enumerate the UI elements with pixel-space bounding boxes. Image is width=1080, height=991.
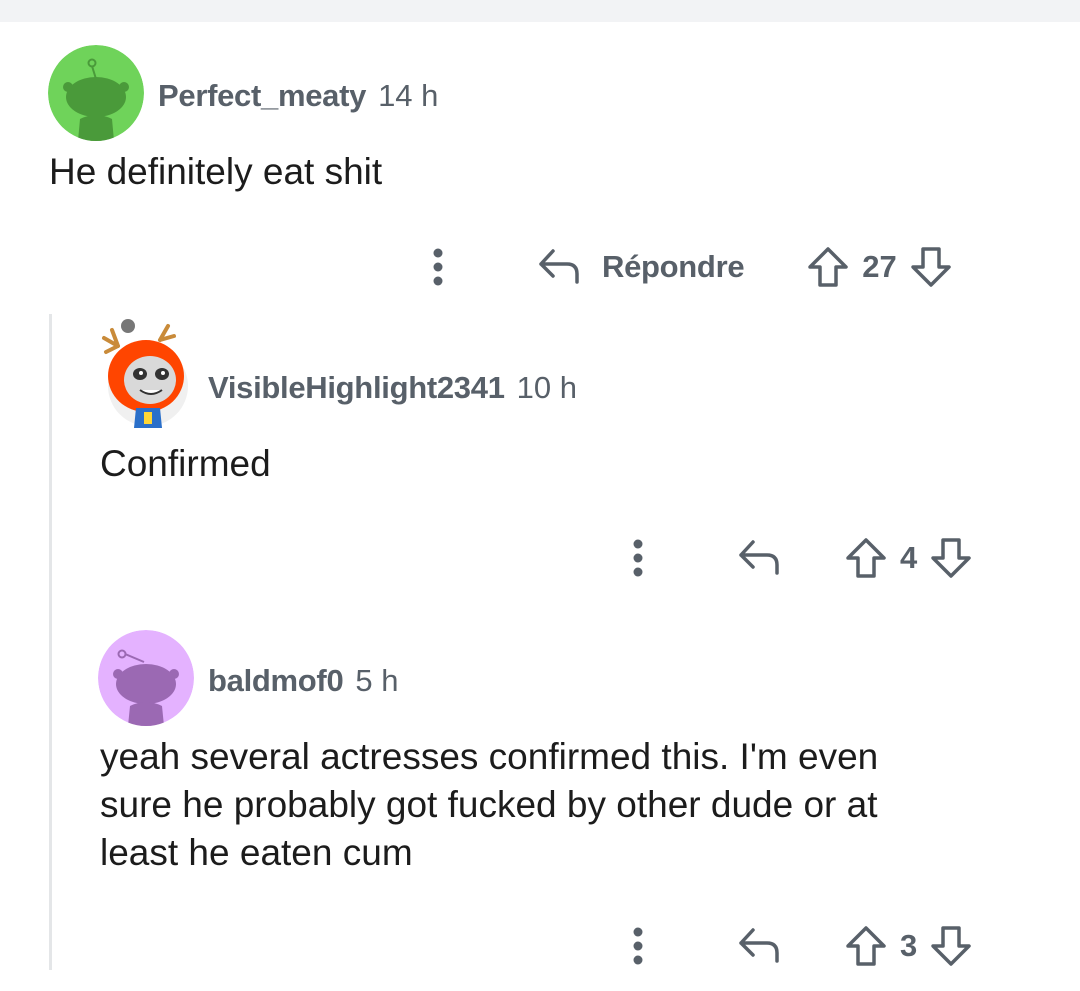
username[interactable]: VisibleHighlight2341 [208, 370, 505, 406]
upvote-arrow-icon[interactable] [806, 245, 850, 289]
more-options-icon[interactable] [618, 538, 658, 578]
username[interactable]: Perfect_meaty [158, 78, 366, 114]
timestamp: 10 h [516, 370, 577, 405]
comment-body: He definitely eat shit [49, 151, 383, 192]
thread-line[interactable] [49, 314, 52, 970]
more-options-icon[interactable] [618, 926, 658, 966]
downvote-arrow-icon[interactable] [929, 536, 973, 580]
comment-header: VisibleHighlight2341 10 h [208, 370, 577, 406]
vote-score: 4 [900, 540, 918, 575]
timestamp: 5 h [355, 663, 399, 698]
username[interactable]: baldmof0 [208, 663, 344, 699]
top-bar [0, 0, 1080, 22]
avatar[interactable] [98, 316, 194, 428]
comment-body: yeah several actresses confirmed this. I… [100, 736, 879, 873]
comment-header: Perfect_meaty 14 h [158, 78, 438, 114]
reply-arrow-icon [736, 536, 782, 581]
comment-header: baldmof0 5 h [208, 663, 399, 699]
reply-arrow-icon [536, 245, 582, 290]
downvote-arrow-icon[interactable] [909, 245, 953, 289]
avatar[interactable] [48, 45, 144, 141]
more-options-icon[interactable] [418, 247, 458, 287]
reply-arrow-icon [736, 924, 782, 969]
comment-actions: 3 [618, 916, 973, 976]
reply-button[interactable] [736, 924, 782, 969]
reply-button[interactable] [736, 536, 782, 581]
comment-body: Confirmed [100, 443, 271, 484]
vote-score: 27 [862, 249, 897, 284]
upvote-arrow-icon[interactable] [844, 924, 888, 968]
comment-actions: Répondre 27 [418, 237, 953, 297]
timestamp: 14 h [378, 78, 439, 113]
reply-label: Répondre [602, 249, 745, 284]
downvote-arrow-icon[interactable] [929, 924, 973, 968]
reply-button[interactable]: Répondre [536, 245, 745, 290]
vote-score: 3 [900, 928, 918, 963]
upvote-arrow-icon[interactable] [844, 536, 888, 580]
avatar[interactable] [98, 630, 194, 726]
comment-actions: 4 [618, 528, 973, 588]
